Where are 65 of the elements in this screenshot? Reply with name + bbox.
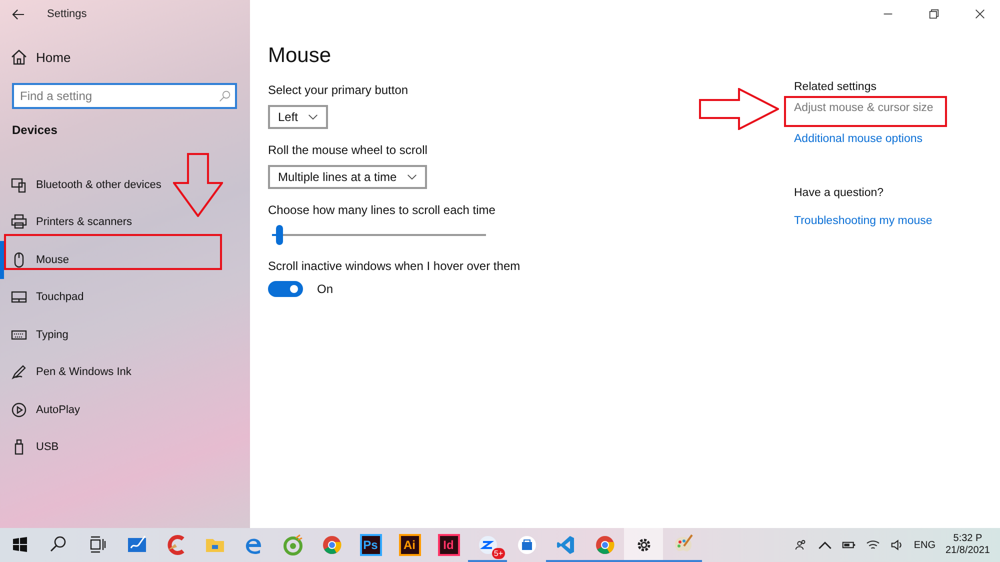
setting-label: Roll the mouse wheel to scroll [268,143,428,157]
sidebar-item[interactable]: Printers & scanners [0,204,250,241]
brush-icon [164,534,186,556]
clock[interactable]: 5:32 P 21/8/2021 [946,533,990,557]
chrome-logo-icon [320,534,342,556]
dropdown[interactable]: Multiple lines at a time [268,165,427,189]
chevron-down-icon [406,174,417,180]
search-field[interactable]: Find a setting [12,83,237,109]
sidebar-item[interactable]: Pen & Windows Ink [0,354,250,391]
annotation-arrow [173,153,223,217]
back-arrow-icon[interactable] [12,8,25,20]
chevron-up-icon[interactable] [818,539,832,551]
clock-time: 5:32 P [953,533,982,545]
sidebar-item[interactable]: Typing [0,316,250,354]
app-tile-icon: Id [438,534,460,556]
home-link[interactable]: Home [0,41,250,73]
keyboard-device-icon [11,176,27,193]
setting-label: Scroll inactive windows when I hover over them [268,259,522,273]
chrome-logo-icon [594,534,616,556]
code-editor-icon [554,534,576,556]
dropdown-value: Left [278,110,298,124]
toggle-state: On [317,282,334,296]
section-heading: Devices [11,122,58,139]
pen-icon [11,364,27,380]
notification-badge: 5+ [492,548,505,559]
setting-label: Choose how many lines to scroll each time [268,203,496,217]
battery-icon[interactable] [842,539,856,551]
taskbar-button[interactable] [624,528,663,562]
home-icon [11,49,27,65]
shopping-bag-icon [516,534,538,556]
printer-icon [11,214,27,230]
slider-thumb[interactable] [276,225,283,245]
section-heading: Related settings [794,80,876,94]
taskbar-button[interactable]: 5+ [468,528,507,562]
dropdown[interactable]: Left [268,105,328,129]
link[interactable]: Troubleshooting my mouse [794,214,932,228]
play-circle-icon [11,402,27,418]
sidebar-item[interactable]: Bluetooth & other devices [0,166,250,204]
taskbar-button[interactable]: Id [429,528,468,562]
search-icon [219,90,231,102]
clock-date: 21/8/2021 [946,545,990,557]
setting-label: Select your primary button [268,83,410,97]
sidebar-item[interactable]: Mouse [0,241,250,278]
window-title: Settings [47,8,87,20]
speaker-icon[interactable] [890,539,904,551]
link[interactable]: Additional mouse options [794,132,922,146]
chevron-down-icon [308,114,318,120]
close-icon[interactable] [975,9,985,19]
people-icon [794,539,808,551]
toggle-switch[interactable] [268,281,303,297]
sidebar-item[interactable]: AutoPlay [0,391,250,428]
app-tile-icon: Ps [360,534,382,556]
wifi-icon[interactable] [866,539,880,551]
page-title: Mouse [268,44,332,68]
taskbar-button[interactable]: Ps [351,528,390,562]
taskbar-button[interactable]: Ai [390,528,429,562]
language-indicator[interactable]: ENG [914,540,936,550]
leaf-circle-icon [282,534,304,556]
section-heading: Have a question? [794,186,884,200]
touchpad-icon [11,289,27,306]
sidebar-item[interactable]: USB [0,428,250,466]
sidebar-item[interactable]: Touchpad [0,278,250,316]
restore-icon[interactable] [929,9,939,19]
app-tile-icon: Ai [398,534,420,556]
dropdown-value: Multiple lines at a time [278,170,397,184]
